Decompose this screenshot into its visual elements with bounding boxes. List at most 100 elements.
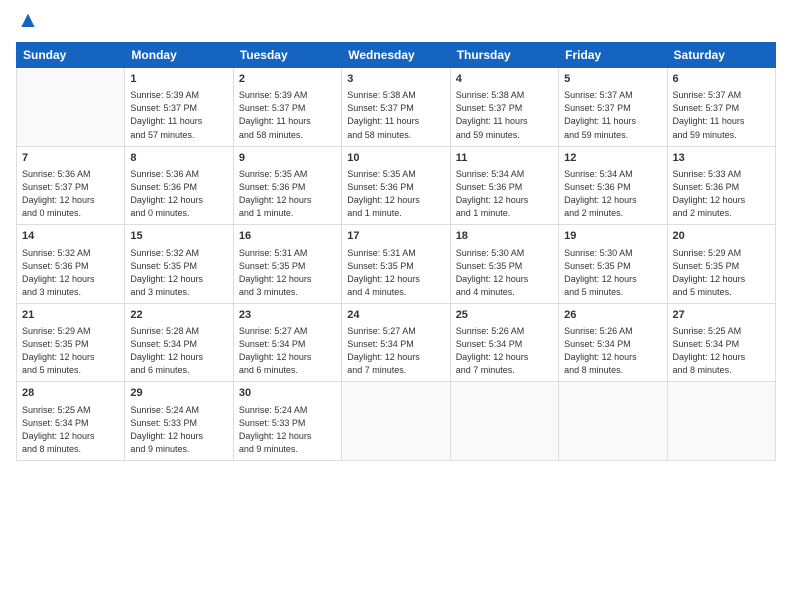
day-info: Sunrise: 5:25 AM Sunset: 5:34 PM Dayligh… — [673, 325, 770, 377]
day-info: Sunrise: 5:28 AM Sunset: 5:34 PM Dayligh… — [130, 325, 227, 377]
calendar-cell: 20Sunrise: 5:29 AM Sunset: 5:35 PM Dayli… — [667, 225, 775, 304]
calendar-cell: 27 Sunrise: 5:25 AM Sunset: 5:34 PM Dayli… — [667, 303, 775, 382]
day-info: Sunrise: 5:24 AM Sunset: 5:33 PM Dayligh… — [239, 404, 336, 456]
calendar-cell: 21 Sunrise: 5:29 AM Sunset: 5:35 PM Dayli… — [17, 303, 125, 382]
calendar-week-5: 28 Sunrise: 5:25 AM Sunset: 5:34 PM Dayli… — [17, 382, 776, 461]
calendar-week-3: 14 Sunrise: 5:32 AM Sunset: 5:36 PM Dayli… — [17, 225, 776, 304]
day-info: Sunrise: 5:31 AM Sunset: 5:35 PM Dayligh… — [347, 247, 444, 299]
day-info: Sunrise: 5:36 AM Sunset: 5:37 PM Dayligh… — [22, 168, 119, 220]
day-number: 7 — [22, 151, 119, 166]
day-info: Sunrise: 5:37 AM Sunset: 5:37 PM Dayligh… — [673, 89, 770, 141]
calendar-cell: 17 Sunrise: 5:31 AM Sunset: 5:35 PM Dayli… — [342, 225, 450, 304]
day-number: 18 — [456, 229, 553, 244]
calendar-cell: 25 Sunrise: 5:26 AM Sunset: 5:34 PM Dayli… — [450, 303, 558, 382]
calendar-cell: 11Sunrise: 5:34 AM Sunset: 5:36 PM Dayli… — [450, 146, 558, 225]
day-number: 1 — [130, 72, 227, 87]
day-info: Sunrise: 5:26 AM Sunset: 5:34 PM Dayligh… — [456, 325, 553, 377]
calendar-cell: 28 Sunrise: 5:25 AM Sunset: 5:34 PM Dayli… — [17, 382, 125, 461]
day-info: Sunrise: 5:34 AM Sunset: 5:36 PM Dayligh… — [456, 168, 553, 220]
logo-icon — [18, 12, 38, 32]
calendar-cell: 23Sunrise: 5:27 AM Sunset: 5:34 PM Dayli… — [233, 303, 341, 382]
day-info: Sunrise: 5:29 AM Sunset: 5:35 PM Dayligh… — [673, 247, 770, 299]
day-number: 9 — [239, 151, 336, 166]
day-number: 2 — [239, 72, 336, 87]
day-number: 28 — [22, 386, 119, 401]
day-info: Sunrise: 5:25 AM Sunset: 5:34 PM Dayligh… — [22, 404, 119, 456]
calendar-cell — [450, 382, 558, 461]
day-number: 26 — [564, 308, 661, 323]
day-number: 12 — [564, 151, 661, 166]
calendar-cell: 7 Sunrise: 5:36 AM Sunset: 5:37 PM Daylig… — [17, 146, 125, 225]
day-info: Sunrise: 5:32 AM Sunset: 5:36 PM Dayligh… — [22, 247, 119, 299]
calendar-cell: 22 Sunrise: 5:28 AM Sunset: 5:34 PM Dayli… — [125, 303, 233, 382]
day-number: 21 — [22, 308, 119, 323]
calendar-cell: 9 Sunrise: 5:35 AM Sunset: 5:36 PM Daylig… — [233, 146, 341, 225]
day-number: 30 — [239, 386, 336, 401]
day-number: 22 — [130, 308, 227, 323]
day-number: 19 — [564, 229, 661, 244]
day-number: 27 — [673, 308, 770, 323]
calendar-header-row: SundayMondayTuesdayWednesdayThursdayFrid… — [17, 43, 776, 68]
logo — [16, 12, 38, 32]
day-number: 29 — [130, 386, 227, 401]
day-number: 4 — [456, 72, 553, 87]
header — [16, 12, 776, 32]
day-number: 14 — [22, 229, 119, 244]
calendar-cell: 5Sunrise: 5:37 AM Sunset: 5:37 PM Daylig… — [559, 68, 667, 147]
calendar-week-2: 7 Sunrise: 5:36 AM Sunset: 5:37 PM Daylig… — [17, 146, 776, 225]
weekday-header-monday: Monday — [125, 43, 233, 68]
day-number: 8 — [130, 151, 227, 166]
calendar-cell — [342, 382, 450, 461]
weekday-header-sunday: Sunday — [17, 43, 125, 68]
calendar-cell — [667, 382, 775, 461]
calendar-cell: 29 Sunrise: 5:24 AM Sunset: 5:33 PM Dayli… — [125, 382, 233, 461]
weekday-header-thursday: Thursday — [450, 43, 558, 68]
calendar-cell — [17, 68, 125, 147]
day-info: Sunrise: 5:30 AM Sunset: 5:35 PM Dayligh… — [456, 247, 553, 299]
calendar-cell: 1 Sunrise: 5:39 AM Sunset: 5:37 PM Daylig… — [125, 68, 233, 147]
day-info: Sunrise: 5:29 AM Sunset: 5:35 PM Dayligh… — [22, 325, 119, 377]
calendar-cell: 15Sunrise: 5:32 AM Sunset: 5:35 PM Dayli… — [125, 225, 233, 304]
day-number: 16 — [239, 229, 336, 244]
calendar-cell: 26 Sunrise: 5:26 AM Sunset: 5:34 PM Dayli… — [559, 303, 667, 382]
day-info: Sunrise: 5:34 AM Sunset: 5:36 PM Dayligh… — [564, 168, 661, 220]
day-number: 6 — [673, 72, 770, 87]
calendar-week-4: 21 Sunrise: 5:29 AM Sunset: 5:35 PM Dayli… — [17, 303, 776, 382]
day-number: 24 — [347, 308, 444, 323]
day-info: Sunrise: 5:33 AM Sunset: 5:36 PM Dayligh… — [673, 168, 770, 220]
day-number: 23 — [239, 308, 336, 323]
day-info: Sunrise: 5:39 AM Sunset: 5:37 PM Dayligh… — [239, 89, 336, 141]
day-info: Sunrise: 5:26 AM Sunset: 5:34 PM Dayligh… — [564, 325, 661, 377]
calendar-cell: 2 Sunrise: 5:39 AM Sunset: 5:37 PM Daylig… — [233, 68, 341, 147]
day-number: 25 — [456, 308, 553, 323]
day-number: 15 — [130, 229, 227, 244]
day-info: Sunrise: 5:38 AM Sunset: 5:37 PM Dayligh… — [456, 89, 553, 141]
day-info: Sunrise: 5:36 AM Sunset: 5:36 PM Dayligh… — [130, 168, 227, 220]
day-info: Sunrise: 5:38 AM Sunset: 5:37 PM Dayligh… — [347, 89, 444, 141]
calendar-cell: 30 Sunrise: 5:24 AM Sunset: 5:33 PM Dayli… — [233, 382, 341, 461]
day-info: Sunrise: 5:37 AM Sunset: 5:37 PM Dayligh… — [564, 89, 661, 141]
calendar-cell: 16 Sunrise: 5:31 AM Sunset: 5:35 PM Dayli… — [233, 225, 341, 304]
day-info: Sunrise: 5:27 AM Sunset: 5:34 PM Dayligh… — [347, 325, 444, 377]
calendar-table: SundayMondayTuesdayWednesdayThursdayFrid… — [16, 42, 776, 461]
calendar-cell: 3 Sunrise: 5:38 AM Sunset: 5:37 PM Daylig… — [342, 68, 450, 147]
day-info: Sunrise: 5:31 AM Sunset: 5:35 PM Dayligh… — [239, 247, 336, 299]
day-number: 3 — [347, 72, 444, 87]
day-number: 17 — [347, 229, 444, 244]
calendar-cell: 14 Sunrise: 5:32 AM Sunset: 5:36 PM Dayli… — [17, 225, 125, 304]
calendar-cell: 10Sunrise: 5:35 AM Sunset: 5:36 PM Dayli… — [342, 146, 450, 225]
day-info: Sunrise: 5:39 AM Sunset: 5:37 PM Dayligh… — [130, 89, 227, 141]
calendar-cell: 8 Sunrise: 5:36 AM Sunset: 5:36 PM Daylig… — [125, 146, 233, 225]
day-info: Sunrise: 5:35 AM Sunset: 5:36 PM Dayligh… — [239, 168, 336, 220]
day-info: Sunrise: 5:30 AM Sunset: 5:35 PM Dayligh… — [564, 247, 661, 299]
weekday-header-saturday: Saturday — [667, 43, 775, 68]
calendar-cell: 4 Sunrise: 5:38 AM Sunset: 5:37 PM Daylig… — [450, 68, 558, 147]
day-number: 13 — [673, 151, 770, 166]
day-number: 10 — [347, 151, 444, 166]
day-info: Sunrise: 5:24 AM Sunset: 5:33 PM Dayligh… — [130, 404, 227, 456]
calendar-cell: 6 Sunrise: 5:37 AM Sunset: 5:37 PM Daylig… — [667, 68, 775, 147]
calendar-cell: 24 Sunrise: 5:27 AM Sunset: 5:34 PM Dayli… — [342, 303, 450, 382]
calendar-cell — [559, 382, 667, 461]
weekday-header-tuesday: Tuesday — [233, 43, 341, 68]
calendar-cell: 12 Sunrise: 5:34 AM Sunset: 5:36 PM Dayli… — [559, 146, 667, 225]
